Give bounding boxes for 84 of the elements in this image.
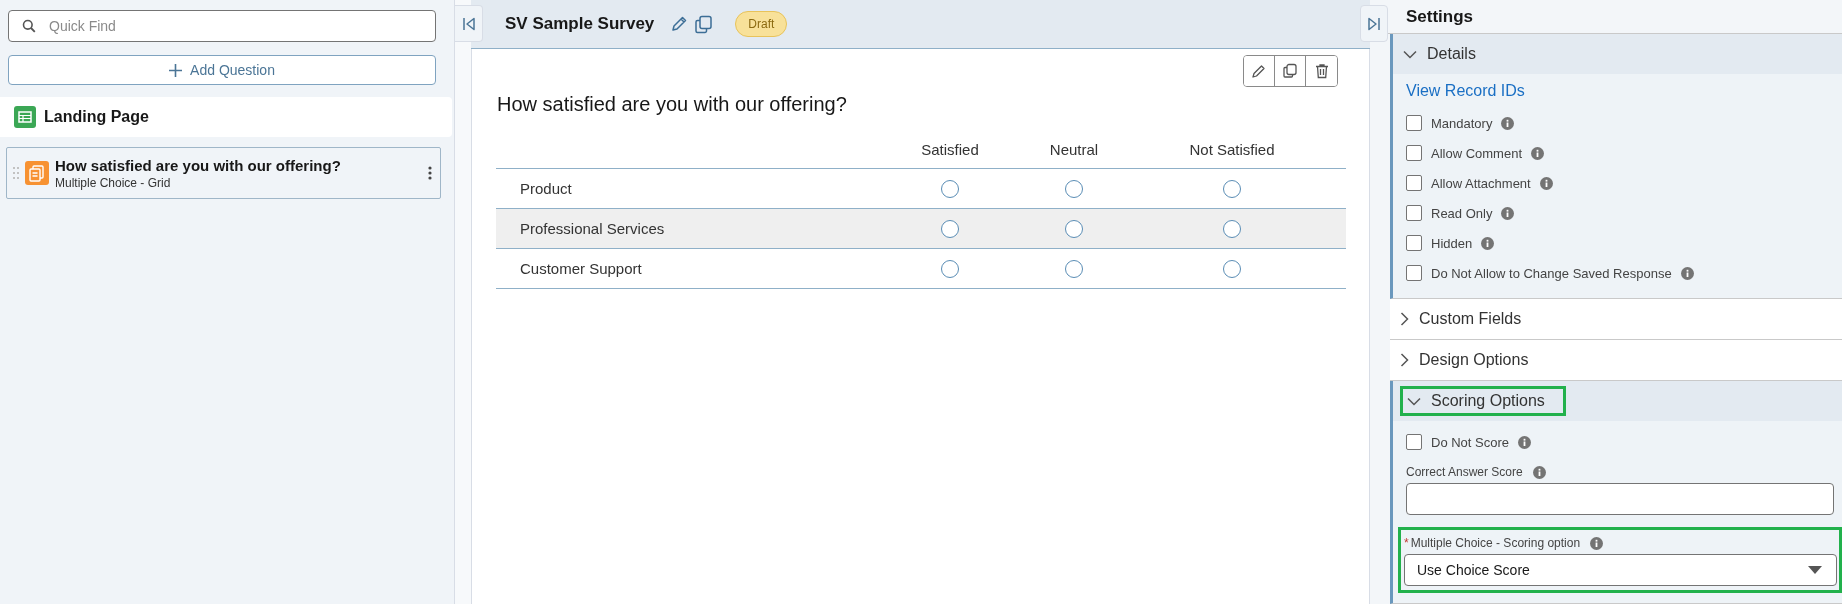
info-icon[interactable] [1531,146,1545,160]
checkbox-label: Do Not Allow to Change Saved Response [1431,265,1672,281]
column-header: Satisfied [920,140,980,158]
checkbox[interactable] [1406,434,1422,450]
info-icon[interactable] [1501,116,1515,130]
row-label: Product [519,180,573,197]
radio-button[interactable] [1065,259,1083,278]
section-header[interactable]: Custom Fields [1390,299,1842,339]
status-badge: Draft [735,11,788,37]
chevron-icon [1403,49,1417,59]
radio-button[interactable] [1065,219,1083,238]
section-title: Custom Fields [1419,310,1522,328]
collapse-left-icon [461,16,476,31]
section-header[interactable]: Scoring Options [1393,381,1842,421]
question-item[interactable]: How satisfied are you with our offering? Multiple Choice - Grid [6,147,441,199]
panel-title: Settings [1406,6,1474,27]
section-header[interactable]: Details [1393,34,1842,74]
plus-icon [169,63,183,77]
pencil-icon [1251,63,1267,79]
question-title: How satisfied are you with our offering? [55,156,342,174]
add-question-button[interactable]: Add Question [8,55,436,85]
info-icon[interactable] [1539,176,1553,190]
info-icon[interactable] [1518,435,1532,449]
search-icon [22,19,36,33]
pencil-icon[interactable] [670,15,689,33]
field-label: Correct Answer Score [1406,465,1523,479]
radio-button[interactable] [1223,259,1241,278]
checkbox[interactable] [1406,175,1422,191]
checkbox-label: Read Only [1431,205,1493,221]
question-type: Multiple Choice - Grid [55,175,172,190]
more-icon[interactable] [428,166,432,180]
radio-button[interactable] [1223,219,1241,238]
question-type-icon [25,161,49,185]
radio-button[interactable] [1065,179,1083,198]
checkbox-label: Allow Attachment [1431,175,1531,191]
info-icon[interactable] [1532,465,1546,479]
required-mark: * [1404,536,1409,550]
checkbox[interactable] [1406,265,1422,281]
section-header[interactable]: Design Options [1390,340,1842,380]
page-title: Landing Page [44,108,149,126]
info-icon[interactable] [1680,266,1694,280]
checkbox[interactable] [1406,145,1422,161]
score-input[interactable] [1406,483,1834,515]
info-icon[interactable] [1501,206,1515,220]
chevron-icon [1400,312,1409,326]
checkbox-label: Mandatory [1431,115,1493,131]
column-header: Not Satisfied [1188,140,1276,158]
dropdown-caret-icon [1808,566,1822,574]
search-field[interactable]: Quick Find [8,10,436,42]
copy-icon[interactable] [694,14,714,34]
checkbox-label: Hidden [1431,235,1473,251]
section-title: Details [1427,45,1476,63]
view-record-ids-link[interactable]: View Record IDs [1406,82,1842,100]
chevron-icon [1407,396,1421,406]
info-icon[interactable] [1590,536,1604,550]
trash-icon [1313,63,1330,79]
radio-button[interactable] [1223,179,1241,198]
column-header: Neutral [1048,140,1100,158]
row-label: Professional Services [519,220,666,237]
checkbox[interactable] [1406,235,1422,251]
info-icon[interactable] [1481,236,1495,250]
expand-button[interactable] [1360,5,1388,42]
scoring-option-select[interactable]: Use Choice Score [1404,554,1837,586]
section-title: Design Options [1419,351,1529,369]
row-label: Customer Support [519,260,643,277]
radio-button[interactable] [941,259,959,278]
collapse-button[interactable] [455,5,483,42]
checkbox[interactable] [1406,115,1422,131]
expand-right-icon [1367,16,1381,31]
page-icon [14,106,36,128]
copy-icon [1282,63,1298,79]
radio-button[interactable] [941,179,959,198]
question-text: How satisfied are you with our offering? [497,93,848,116]
chevron-icon [1400,353,1409,367]
checkbox[interactable] [1406,205,1422,221]
survey-title: SV Sample Survey [505,14,655,34]
checkbox-label: Do Not Score [1431,434,1510,450]
radio-button[interactable] [941,219,959,238]
edit-button[interactable] [1244,56,1275,86]
section-title: Scoring Options [1431,392,1545,410]
drag-handle-icon[interactable] [13,167,19,179]
checkbox-label: Allow Comment [1431,145,1523,161]
page-row[interactable]: Landing Page [0,97,452,137]
field-label: Multiple Choice - Scoring option [1410,536,1581,550]
